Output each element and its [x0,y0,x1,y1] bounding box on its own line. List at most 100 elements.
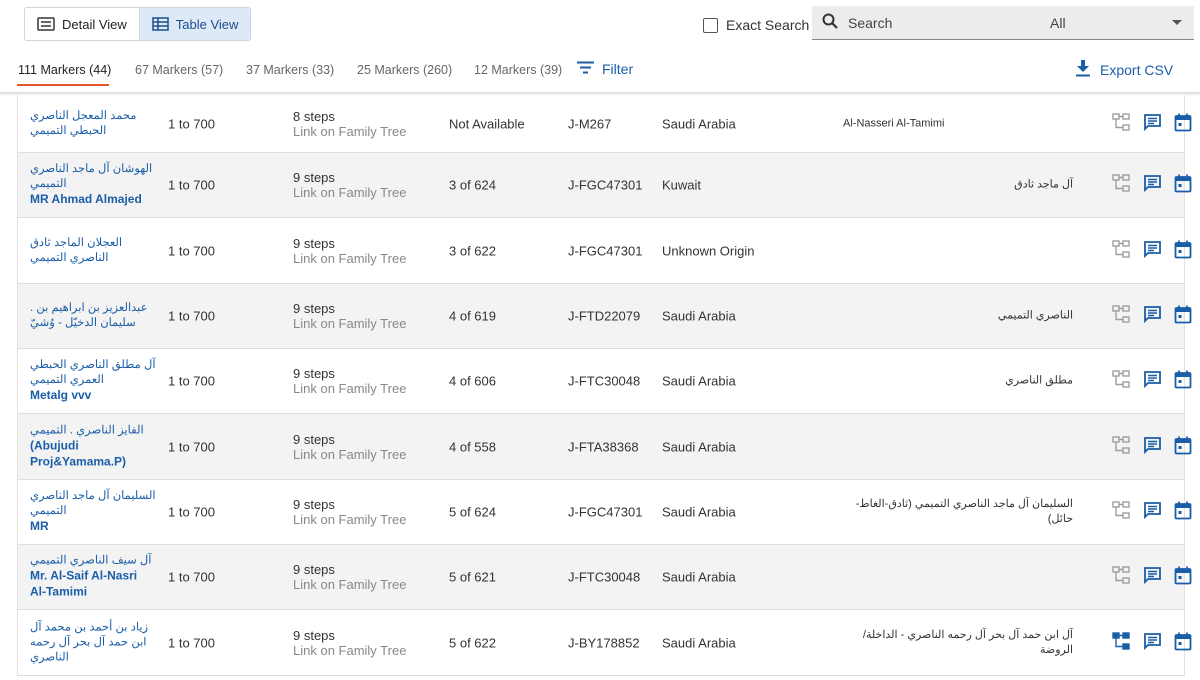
tab-37-markers[interactable]: 37 Markers (33) [246,63,334,77]
chevron-down-icon[interactable] [1172,20,1182,25]
message-icon[interactable] [1143,240,1162,262]
calendar-icon[interactable] [1174,436,1192,458]
table-view-button[interactable]: Table View [138,8,251,40]
tab-67-markers[interactable]: 67 Markers (57) [135,63,223,77]
export-csv-label: Export CSV [1100,62,1174,78]
family-tree-link[interactable]: Link on Family Tree [293,185,406,200]
table-row: السليمان آل ماجد الناصري التميمي MR 1 to 7… [18,480,1192,545]
family-tree-link[interactable]: Link on Family Tree [293,316,406,331]
marker-range: 1 to 700 [168,635,215,650]
search-input[interactable]: Search [848,15,1018,31]
member-name[interactable]: السليمان آل ماجد الناصري التميمي MR [30,489,156,535]
steps-cell: 9 steps Link on Family Tree [293,301,406,331]
match-rank: 3 of 624 [449,177,496,193]
row-actions [1072,370,1192,392]
country: Saudi Arabia [662,308,736,324]
calendar-icon[interactable] [1174,240,1192,262]
export-csv-button[interactable]: Export CSV [1075,60,1173,80]
calendar-icon[interactable] [1174,370,1192,392]
match-rank: Not Available [449,116,525,131]
message-icon[interactable] [1143,436,1162,458]
member-name[interactable]: الفايز الناصري . التميمي (Abujudi Proj&Ya… [30,423,156,470]
message-icon[interactable] [1143,566,1162,588]
member-name[interactable]: آل سيف الناصري التميمي Mr. Al-Saif Al-Nas… [30,554,156,601]
steps-count: 9 steps [293,497,335,512]
member-name-english: MR Ahmad Almajed [30,192,142,206]
tab-25-markers[interactable]: 25 Markers (260) [357,63,452,77]
member-name[interactable]: العجلان الماجد ثادق الناصري التميمي [30,236,156,266]
calendar-icon[interactable] [1174,501,1192,523]
family-name: مطلق الناصري [1005,374,1073,387]
steps-count: 9 steps [293,562,335,577]
family-tree-icon[interactable] [1112,239,1130,261]
country: Unknown Origin [662,243,755,258]
exact-search-checkbox[interactable] [703,17,718,33]
country: Saudi Arabia [662,635,736,650]
message-icon[interactable] [1143,305,1162,327]
calendar-icon[interactable] [1174,305,1192,327]
family-tree-link[interactable]: Link on Family Tree [293,447,406,462]
filter-icon [577,61,594,77]
family-name: آل ابن حمد آل بحر آل رحمه الناصري - الدا… [862,628,1073,656]
match-rank: 5 of 624 [449,504,496,520]
family-tree-icon[interactable] [1112,370,1130,391]
view-toggle: Detail View Table View [24,7,252,41]
family-tree-icon[interactable] [1112,305,1130,326]
search-scope-select[interactable]: All [1050,15,1172,31]
steps-count: 9 steps [293,627,335,643]
steps-count: 9 steps [293,170,335,185]
message-icon[interactable] [1143,174,1162,196]
steps-cell: 9 steps Link on Family Tree [293,628,406,658]
message-icon[interactable] [1143,501,1162,523]
download-icon [1075,60,1091,80]
family-tree-link[interactable]: Link on Family Tree [293,643,406,658]
family-tree-link[interactable]: Link on Family Tree [293,251,406,266]
message-icon[interactable] [1143,113,1162,135]
list-icon [37,17,55,31]
match-rank: 3 of 622 [449,243,496,258]
detail-view-button[interactable]: Detail View [25,8,139,40]
family-tree-icon[interactable] [1112,566,1130,587]
family-tree-link[interactable]: Link on Family Tree [293,512,406,527]
family-tree-link[interactable]: Link on Family Tree [293,124,406,139]
member-name[interactable]: عبدالعزيز بن ابراهيم بن . سليمان الدخيّل… [30,301,156,331]
tab-12-markers[interactable]: 12 Markers (39) [474,63,562,77]
match-rank: 4 of 606 [449,373,496,389]
haplogroup: J-FGC47301 [568,243,643,258]
family-tree-icon[interactable] [1112,501,1130,522]
table-row: آل مطلق الناصري الحبطي العمري التميمي Met… [18,349,1192,414]
haplogroup: J-BY178852 [568,635,640,650]
family-tree-icon[interactable] [1112,435,1130,457]
steps-cell: 9 steps Link on Family Tree [293,236,406,266]
filter-button[interactable]: Filter [577,61,633,77]
calendar-icon[interactable] [1174,632,1192,654]
family-tree-icon[interactable] [1112,112,1130,134]
marker-range: 1 to 700 [168,243,215,258]
table-row: عبدالعزيز بن ابراهيم بن . سليمان الدخيّل… [18,284,1192,349]
country: Saudi Arabia [662,439,736,454]
table-row: آل سيف الناصري التميمي Mr. Al-Saif Al-Nas… [18,545,1192,610]
member-name[interactable]: زياد بن أحمد بن محمد آل ابن حمد آل بحر آ… [30,620,156,665]
tab-111-markers[interactable]: 111 Markers (44) [18,63,111,77]
member-name-arabic: زياد بن أحمد بن محمد آل ابن حمد آل بحر آ… [30,621,149,663]
table-row: زياد بن أحمد بن محمد آل ابن حمد آل بحر آ… [18,610,1192,676]
member-name[interactable]: محمد المعجل الناصري الحبطي التميمي [30,109,156,139]
steps-cell: 8 steps Link on Family Tree [293,109,406,139]
calendar-icon[interactable] [1174,113,1192,135]
haplogroup: J-FTD22079 [568,308,641,324]
family-tree-icon[interactable] [1112,174,1130,195]
message-icon[interactable] [1143,632,1162,654]
family-tree-link[interactable]: Link on Family Tree [293,381,406,396]
row-actions [1072,112,1192,135]
member-name[interactable]: الهوشان آل ماجد الناصري التميمي MR Ahmad … [30,162,156,208]
match-rank: 4 of 619 [449,308,496,324]
calendar-icon[interactable] [1174,174,1192,196]
calendar-icon[interactable] [1174,566,1192,588]
steps-cell: 9 steps Link on Family Tree [293,432,406,462]
member-name[interactable]: آل مطلق الناصري الحبطي العمري التميمي Met… [30,358,156,404]
family-tree-icon[interactable] [1112,631,1130,653]
search-icon [822,13,838,32]
message-icon[interactable] [1143,370,1162,392]
family-tree-link[interactable]: Link on Family Tree [293,577,406,592]
country: Saudi Arabia [662,116,736,131]
